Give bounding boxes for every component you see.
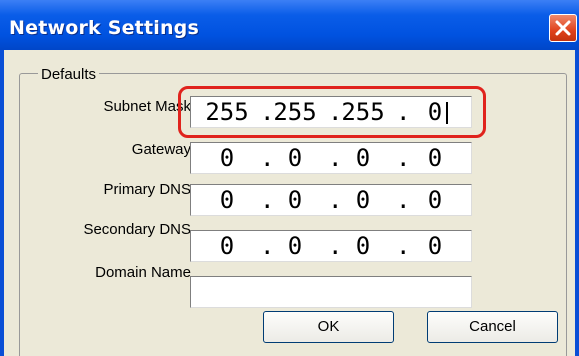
defaults-group-legend: Defaults bbox=[38, 66, 100, 83]
secondary-dns-dot-1: . bbox=[260, 232, 275, 260]
primary-dns-octet-2[interactable]: 0 bbox=[279, 185, 311, 215]
subnet-mask-highlight bbox=[178, 86, 486, 138]
window-border-right bbox=[575, 50, 579, 356]
secondary-dns-octet-4[interactable]: 0 bbox=[419, 231, 451, 261]
gateway-octet-2[interactable]: 0 bbox=[279, 143, 311, 173]
close-button[interactable] bbox=[549, 14, 577, 42]
primary-dns-dot-3: . bbox=[396, 186, 411, 214]
secondary-dns-dot-2: . bbox=[328, 232, 343, 260]
secondary-dns-field[interactable]: 0 . 0 . 0 . 0 bbox=[190, 230, 472, 262]
secondary-dns-dot-3: . bbox=[396, 232, 411, 260]
window-title: Network Settings bbox=[9, 17, 199, 39]
domain-name-field[interactable] bbox=[190, 276, 472, 308]
secondary-dns-octet-2[interactable]: 0 bbox=[279, 231, 311, 261]
title-bar: Network Settings bbox=[0, 0, 579, 50]
gateway-label: Gateway bbox=[131, 141, 191, 158]
window-border-left bbox=[0, 50, 4, 356]
cancel-button[interactable]: Cancel bbox=[427, 311, 558, 343]
gateway-octet-3[interactable]: 0 bbox=[347, 143, 379, 173]
primary-dns-dot-1: . bbox=[260, 186, 275, 214]
gateway-field[interactable]: 0 . 0 . 0 . 0 bbox=[190, 142, 472, 174]
gateway-dot-3: . bbox=[396, 144, 411, 172]
gateway-octet-4[interactable]: 0 bbox=[419, 143, 451, 173]
primary-dns-field[interactable]: 0 . 0 . 0 . 0 bbox=[190, 184, 472, 216]
gateway-octet-1[interactable]: 0 bbox=[211, 143, 243, 173]
gateway-dot-1: . bbox=[260, 144, 275, 172]
domain-name-value[interactable] bbox=[199, 277, 459, 307]
close-icon bbox=[555, 20, 571, 36]
primary-dns-octet-3[interactable]: 0 bbox=[347, 185, 379, 215]
gateway-dot-2: . bbox=[328, 144, 343, 172]
primary-dns-dot-2: . bbox=[328, 186, 343, 214]
primary-dns-octet-4[interactable]: 0 bbox=[419, 185, 451, 215]
primary-dns-label: Primary DNS bbox=[103, 181, 191, 198]
secondary-dns-octet-3[interactable]: 0 bbox=[347, 231, 379, 261]
secondary-dns-octet-1[interactable]: 0 bbox=[211, 231, 243, 261]
secondary-dns-label: Secondary DNS bbox=[83, 221, 191, 238]
domain-name-label: Domain Name bbox=[95, 264, 191, 281]
primary-dns-octet-1[interactable]: 0 bbox=[211, 185, 243, 215]
ok-button[interactable]: OK bbox=[263, 311, 394, 343]
